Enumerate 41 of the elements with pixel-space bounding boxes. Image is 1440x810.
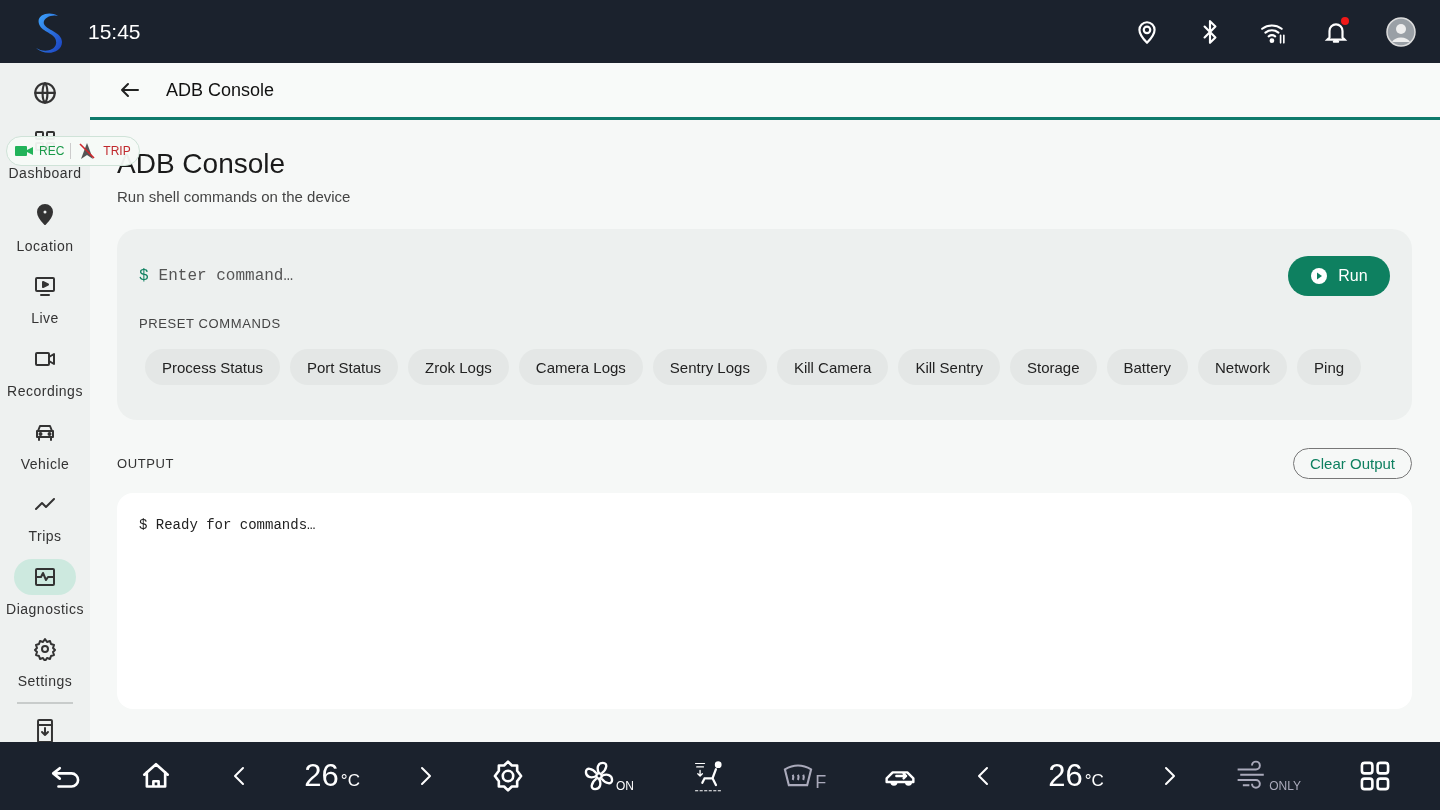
fan-button[interactable]: ON [581,759,634,793]
sidebar-item[interactable]: Live [14,268,76,341]
preset-chip[interactable]: Battery [1106,349,1189,385]
rear-defrost-button[interactable]: F [781,759,827,793]
sidebar-item[interactable]: Diagnostics [6,558,84,632]
notification-button[interactable] [1323,18,1349,45]
airflow-button[interactable]: ONLY [1235,759,1301,793]
preset-chip[interactable]: Sentry Logs [652,349,767,385]
globe-icon[interactable] [32,80,58,106]
download-icon[interactable] [35,718,55,742]
sidebar-item[interactable]: Trips [14,486,76,559]
command-input[interactable]: $ Enter command… [139,256,1288,296]
preset-chip[interactable]: Kill Camera [776,349,889,385]
section-label: PRESET COMMANDS [139,316,282,331]
section-label: OUTPUT [117,456,175,471]
rec-label: REC [39,144,65,158]
clock-time: 15:45 [88,19,141,44]
play-screen-icon [33,274,57,299]
preset-chip[interactable]: Ping [1297,349,1362,385]
sidebar-item[interactable]: Location [14,195,76,269]
sidebar-item[interactable]: Recordings [7,340,83,414]
preset-chip[interactable]: Storage [1009,349,1097,385]
preset-chip[interactable]: Port Status [289,349,399,385]
header-title: ADB Console [166,79,275,101]
avatar-icon[interactable] [1386,16,1416,47]
preset-chip[interactable]: Kill Sentry [898,349,1000,385]
temperature-display: 26°C [304,758,360,794]
play-icon [1310,267,1329,285]
preset-chip[interactable]: Process Status [145,349,280,385]
trip-label: TRIP [103,144,131,158]
camera-icon [15,144,33,158]
settings-icon [33,637,57,662]
preset-chip[interactable]: Camera Logs [518,349,643,385]
run-button[interactable]: Run [1288,256,1390,296]
output-text: $ Ready for commands… [139,517,317,533]
preset-chip[interactable]: Network [1198,349,1288,385]
sidebar-item[interactable]: Vehicle [14,413,76,487]
sidebar-item[interactable]: Settings [14,631,76,705]
temperature-display: 26°C [1048,758,1104,794]
page-subtitle: Run shell commands on the device [117,188,352,205]
preset-chip[interactable]: Zrok Logs [408,349,509,385]
